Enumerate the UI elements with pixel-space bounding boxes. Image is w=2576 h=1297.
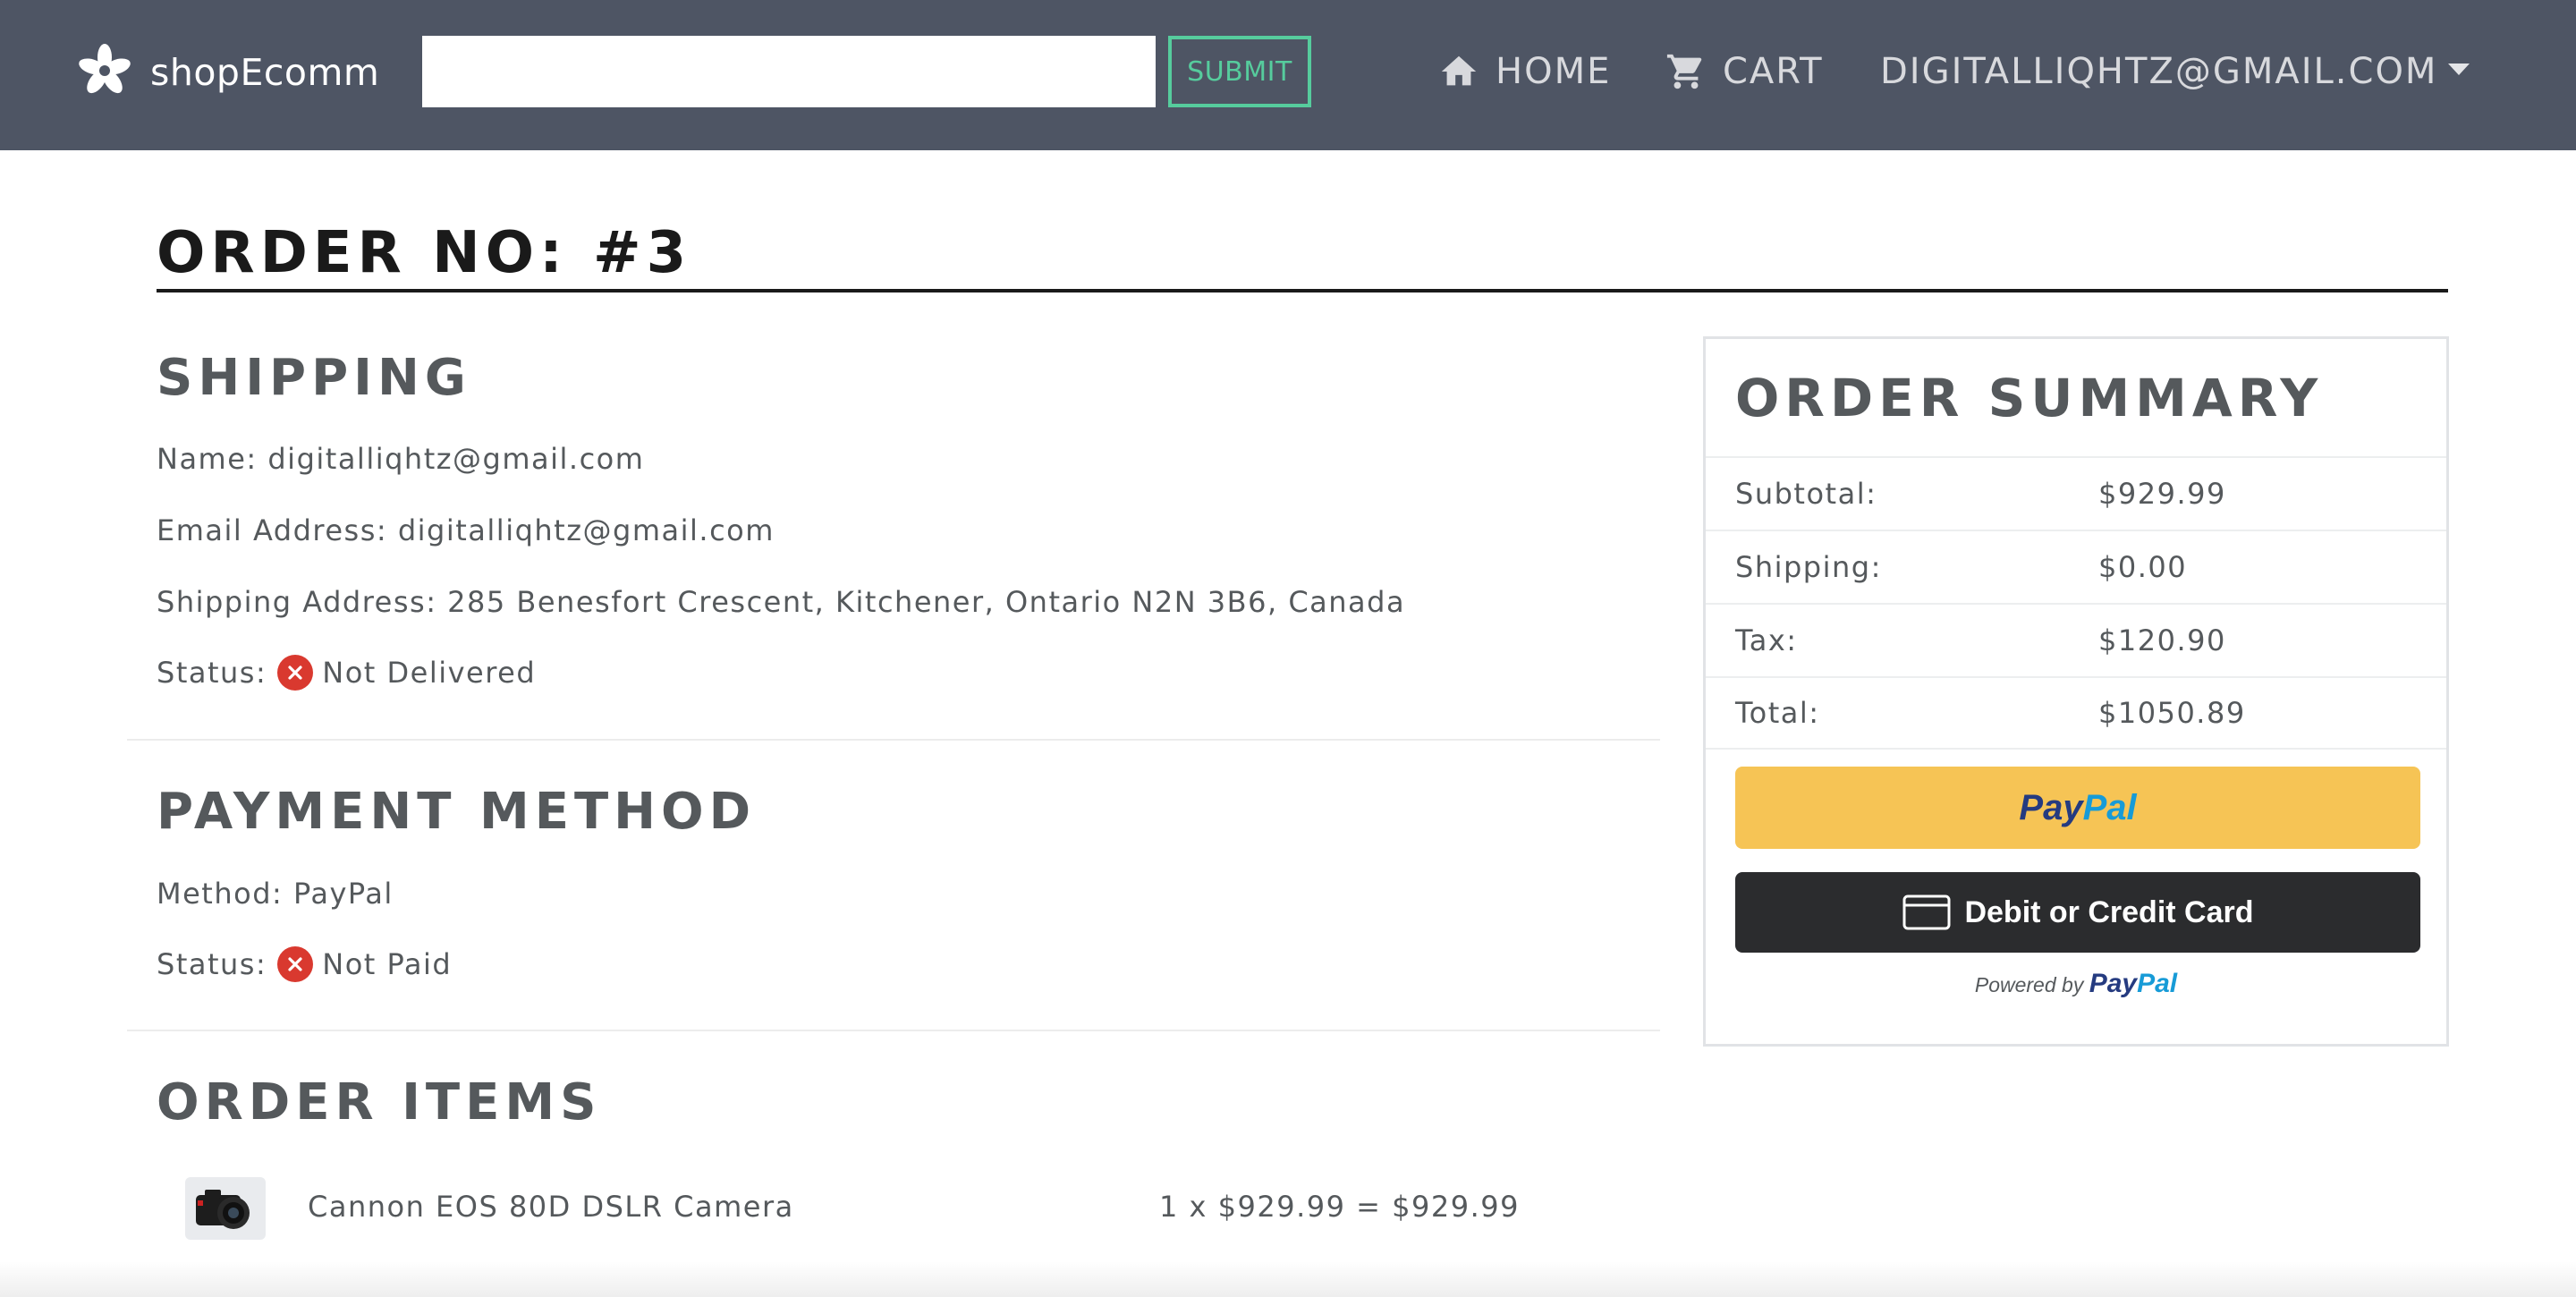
page-title: ORDER NO: #3	[157, 220, 692, 286]
user-menu-dropdown[interactable]: DIGITALLIQHTZ@GMAIL.COM	[1880, 45, 2470, 98]
shipping-email: Email Address: digitalliqhtz@gmail.com	[157, 513, 775, 547]
payment-status: Status: Not Paid	[157, 946, 452, 982]
summary-row-total: Total: $1050.89	[1706, 676, 2446, 750]
summary-label: Shipping:	[1735, 550, 1882, 584]
summary-row-subtotal: Subtotal: $929.99	[1706, 456, 2446, 530]
nav-cart-link[interactable]: CART	[1665, 45, 1824, 98]
user-menu-label: DIGITALLIQHTZ@GMAIL.COM	[1880, 51, 2438, 92]
submit-button[interactable]: SUBMIT	[1168, 36, 1311, 107]
powered-by-text: Powered by	[1974, 973, 2084, 996]
search-input[interactable]	[422, 36, 1156, 107]
brand-link[interactable]: shopEcomm	[73, 38, 379, 107]
delivery-status-label: Status:	[157, 656, 267, 690]
summary-value: $1050.89	[2098, 696, 2246, 730]
powered-paypal-pay: Pay	[2089, 969, 2138, 998]
payment-status-label: Status:	[157, 947, 267, 981]
logo-icon	[73, 39, 136, 106]
delivery-status-value: Not Delivered	[322, 656, 537, 690]
shipping-heading: SHIPPING	[157, 349, 471, 407]
title-divider	[157, 289, 2448, 292]
powered-paypal-pal: Pal	[2137, 969, 2178, 998]
brand-name: shopEcomm	[150, 51, 380, 94]
payment-method-heading: PAYMENT METHOD	[157, 783, 757, 841]
nav-home-link[interactable]: HOME	[1438, 45, 1611, 98]
summary-value: $120.90	[2098, 623, 2226, 657]
cart-icon	[1666, 54, 1702, 89]
paypal-button[interactable]: Pay Pal	[1735, 767, 2420, 849]
home-icon	[1441, 55, 1477, 86]
nav-home-label: HOME	[1496, 51, 1612, 92]
summary-row-shipping: Shipping: $0.00	[1706, 530, 2446, 603]
section-divider	[127, 1030, 1660, 1031]
order-items-heading: ORDER ITEMS	[157, 1073, 602, 1132]
payment-method: Method: PayPal	[157, 877, 394, 911]
summary-label: Tax:	[1735, 623, 1798, 657]
summary-label: Subtotal:	[1735, 477, 1877, 511]
summary-label: Total:	[1735, 696, 1820, 730]
section-divider	[127, 739, 1660, 741]
error-x-icon	[277, 946, 314, 982]
nav-cart-label: CART	[1723, 51, 1824, 92]
error-x-icon	[277, 655, 314, 691]
item-price-line: 1 x $929.99 = $929.99	[1159, 1190, 1520, 1224]
delivery-status: Status: Not Delivered	[157, 655, 536, 691]
order-summary-title: ORDER SUMMARY	[1735, 368, 2324, 428]
summary-value: $0.00	[2098, 550, 2188, 584]
product-name-link[interactable]: Cannon EOS 80D DSLR Camera	[308, 1190, 794, 1224]
paypal-logo-pal: Pal	[2082, 787, 2137, 827]
payment-status-value: Not Paid	[322, 947, 453, 981]
card-button-label: Debit or Credit Card	[1964, 894, 2254, 929]
shipping-address: Shipping Address: 285 Benesfort Crescent…	[157, 585, 1406, 619]
summary-value: $929.99	[2098, 477, 2226, 511]
shipping-name: Name: digitalliqhtz@gmail.com	[157, 442, 645, 476]
debit-credit-card-button[interactable]: Debit or Credit Card	[1735, 872, 2420, 953]
powered-by-paypal: Powered by PayPal	[1706, 969, 2446, 999]
window-bottom-edge	[0, 1261, 2576, 1297]
camera-icon	[196, 1190, 250, 1229]
navbar: shopEcomm SUBMIT HOME CART DIGITALLIQHTZ…	[0, 0, 2576, 150]
chevron-down-icon	[2448, 63, 2470, 75]
summary-row-tax: Tax: $120.90	[1706, 603, 2446, 676]
product-thumbnail	[185, 1177, 266, 1240]
credit-card-icon	[1902, 894, 1951, 930]
paypal-logo-pay: Pay	[2019, 787, 2083, 827]
order-summary-card: ORDER SUMMARY Subtotal: $929.99 Shipping…	[1703, 336, 2449, 1047]
